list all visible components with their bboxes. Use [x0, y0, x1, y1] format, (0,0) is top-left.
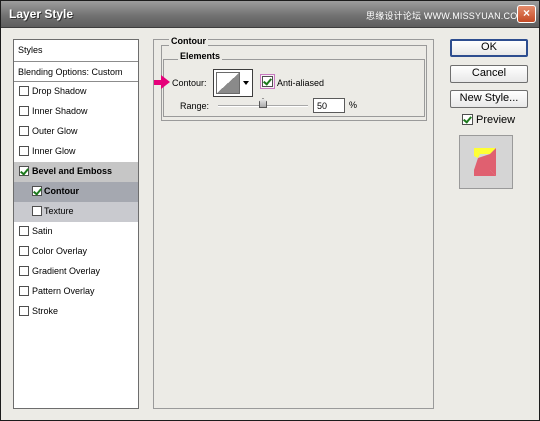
- style-item-label: Bevel and Emboss: [32, 166, 113, 176]
- style-item-contour[interactable]: Contour: [14, 182, 138, 202]
- dialog-title: Layer Style: [9, 7, 74, 21]
- close-button[interactable]: ×: [517, 5, 536, 23]
- cancel-button[interactable]: Cancel: [450, 65, 528, 83]
- contour-checkbox[interactable]: [32, 186, 42, 196]
- contour-curve-icon[interactable]: [216, 72, 240, 94]
- watermark-text: 思缘设计论坛 WWW.MISSYUAN.COM: [366, 11, 526, 21]
- new-style-button[interactable]: New Style...: [450, 90, 528, 108]
- style-item-bevel-and-emboss[interactable]: Bevel and Emboss: [14, 162, 138, 182]
- anti-aliased-label[interactable]: Anti-aliased: [277, 78, 324, 88]
- style-item-pattern-overlay[interactable]: Pattern Overlay: [14, 282, 138, 302]
- range-unit: %: [349, 100, 358, 110]
- bevel-and-emboss-checkbox[interactable]: [19, 166, 29, 176]
- pattern-overlay-checkbox[interactable]: [19, 286, 29, 296]
- inner-glow-checkbox[interactable]: [19, 146, 29, 156]
- style-item-label: Color Overlay: [32, 246, 88, 256]
- preview-checkbox[interactable]: [462, 114, 473, 125]
- style-item-outer-glow[interactable]: Outer Glow: [14, 122, 138, 142]
- preview-label[interactable]: Preview: [476, 114, 515, 126]
- title-bar[interactable]: Layer Style 思缘设计论坛 WWW.MISSYUAN.COM ×: [1, 1, 539, 28]
- style-item-label: Outer Glow: [32, 126, 78, 136]
- styles-header[interactable]: Styles: [14, 40, 138, 62]
- style-item-label: Inner Shadow: [32, 106, 88, 116]
- contour-picker[interactable]: [213, 69, 253, 97]
- styles-list: Styles Blending Options: Custom Drop Sha…: [13, 39, 139, 409]
- inner-shadow-checkbox[interactable]: [19, 106, 29, 116]
- anti-aliased-checkbox[interactable]: [262, 76, 273, 87]
- stroke-checkbox[interactable]: [19, 306, 29, 316]
- satin-checkbox[interactable]: [19, 226, 29, 236]
- texture-checkbox[interactable]: [32, 206, 42, 216]
- outer-glow-checkbox[interactable]: [19, 126, 29, 136]
- style-item-texture[interactable]: Texture: [14, 202, 138, 222]
- color-overlay-checkbox[interactable]: [19, 246, 29, 256]
- style-item-label: Gradient Overlay: [32, 266, 101, 276]
- anti-aliased-highlight: [260, 74, 275, 89]
- style-item-inner-glow[interactable]: Inner Glow: [14, 142, 138, 162]
- layer-style-dialog: Layer Style 思缘设计论坛 WWW.MISSYUAN.COM × St…: [0, 0, 540, 421]
- style-item-color-overlay[interactable]: Color Overlay: [14, 242, 138, 262]
- style-item-inner-shadow[interactable]: Inner Shadow: [14, 102, 138, 122]
- style-preview-swatch: [459, 135, 513, 189]
- blending-options-item[interactable]: Blending Options: Custom: [14, 62, 138, 82]
- contour-group-title: Contour: [169, 36, 208, 46]
- range-input[interactable]: 50: [313, 98, 345, 113]
- style-item-label: Texture: [44, 206, 74, 216]
- close-icon: ×: [522, 6, 530, 20]
- range-label: Range:: [180, 101, 210, 111]
- elements-group-title: Elements: [178, 51, 223, 61]
- gradient-overlay-checkbox[interactable]: [19, 266, 29, 276]
- style-item-stroke[interactable]: Stroke: [14, 302, 138, 322]
- style-item-label: Inner Glow: [32, 146, 76, 156]
- pointer-arrow-head-icon: [161, 75, 170, 89]
- style-item-drop-shadow[interactable]: Drop Shadow: [14, 82, 138, 102]
- style-item-label: Pattern Overlay: [32, 286, 95, 296]
- style-item-satin[interactable]: Satin: [14, 222, 138, 242]
- style-item-gradient-overlay[interactable]: Gradient Overlay: [14, 262, 138, 282]
- chevron-down-icon[interactable]: [243, 81, 249, 85]
- ok-button[interactable]: OK: [450, 39, 528, 57]
- drop-shadow-checkbox[interactable]: [19, 86, 29, 96]
- contour-label: Contour:: [172, 78, 207, 88]
- style-item-label: Satin: [32, 226, 53, 236]
- style-item-label: Drop Shadow: [32, 86, 87, 96]
- style-item-label: Stroke: [32, 306, 59, 316]
- style-item-label: Contour: [44, 186, 79, 196]
- preview-thumbnail-icon: [474, 148, 496, 176]
